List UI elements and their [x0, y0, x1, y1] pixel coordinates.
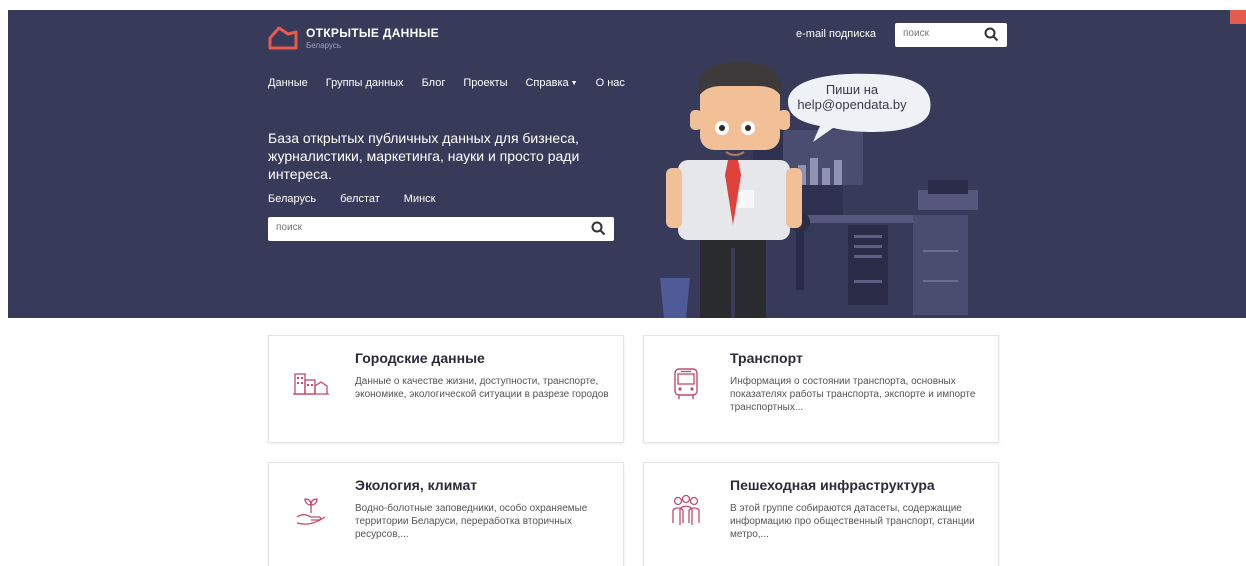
main-nav: Данные Группы данных Блог Проекты Справк… [268, 77, 643, 89]
caret-down-icon: ▼ [570, 79, 578, 87]
site-logo[interactable]: ОТКРЫТЫЕ ДАННЫЕ Беларусь [264, 24, 439, 52]
search-icon[interactable] [591, 221, 606, 241]
hero-banner: ОТКРЫТЫЕ ДАННЫЕ Беларусь e-mail подписка… [8, 10, 1246, 318]
people-icon [672, 494, 700, 525]
logo-subtitle: Беларусь [306, 41, 341, 50]
speech-bubble-text: Пиши на help@opendata.by [782, 82, 922, 112]
card-description: Водно-болотные заповедники, особо охраня… [355, 503, 588, 540]
plant-hand-icon [296, 498, 326, 525]
logo-icon [268, 26, 298, 50]
tag-link[interactable]: белстат [340, 193, 380, 205]
group-card-city[interactable]: Городские данные Данные о качестве жизни… [268, 335, 624, 443]
corner-badge[interactable] [1230, 10, 1246, 24]
illustration [660, 62, 978, 318]
hero-tagline: База открытых публичных данных для бизне… [268, 130, 580, 182]
card-title[interactable]: Экология, климат [355, 477, 477, 493]
nav-item-about[interactable]: О нас [596, 77, 625, 89]
nav-item-data[interactable]: Данные [268, 77, 308, 89]
nav-item-blog[interactable]: Блог [422, 77, 446, 89]
popular-tags: Беларусь белстат Минск [268, 193, 460, 205]
logo-title: ОТКРЫТЫЕ ДАННЫЕ [306, 26, 439, 40]
nav-item-help[interactable]: Справка ▼ [525, 77, 577, 89]
card-description: Информация о состоянии транспорта, основ… [730, 376, 976, 413]
tag-link[interactable]: Беларусь [268, 193, 316, 205]
card-description: В этой группе собираются датасеты, содер… [730, 503, 975, 540]
city-icon [293, 373, 329, 395]
card-description: Данные о качестве жизни, доступности, тр… [355, 376, 609, 400]
header-search-input[interactable] [903, 28, 973, 39]
nav-item-groups[interactable]: Группы данных [326, 77, 404, 89]
hero-search[interactable] [268, 217, 614, 241]
bubble-line-2: help@opendata.by [797, 97, 907, 112]
hero-search-input[interactable] [276, 222, 566, 233]
bubble-line-1: Пиши на [825, 82, 879, 97]
group-card-ecology[interactable]: Экология, климат Водно-болотные заповедн… [268, 462, 624, 566]
tag-link[interactable]: Минск [404, 193, 436, 205]
card-title[interactable]: Городские данные [355, 350, 485, 366]
header-search[interactable] [895, 23, 1007, 47]
card-title[interactable]: Пешеходная инфраструктура [730, 477, 935, 493]
email-subscribe-link[interactable]: e-mail подписка [796, 28, 876, 40]
nav-item-projects[interactable]: Проекты [463, 77, 507, 89]
card-title[interactable]: Транспорт [730, 350, 803, 366]
search-icon[interactable] [984, 27, 999, 47]
nav-item-help-label: Справка [525, 77, 569, 89]
group-card-transport[interactable]: Транспорт Информация о состоянии транспо… [643, 335, 999, 443]
bus-icon [674, 368, 698, 399]
group-card-pedestrian[interactable]: Пешеходная инфраструктура В этой группе … [643, 462, 999, 566]
